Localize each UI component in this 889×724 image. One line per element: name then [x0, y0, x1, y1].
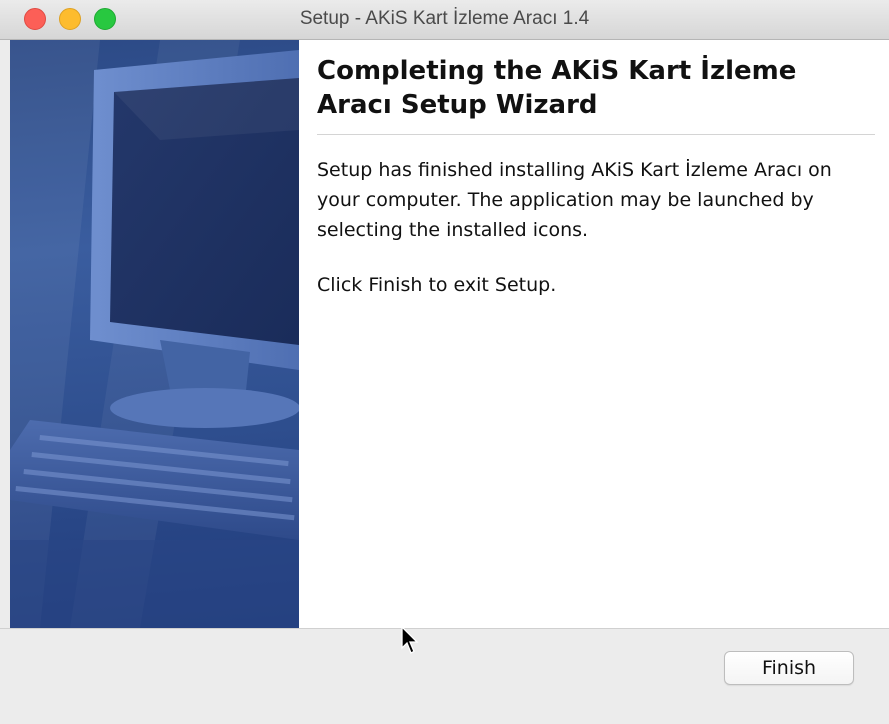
wizard-side-image [10, 40, 299, 628]
arrow-cursor-icon [401, 625, 419, 660]
wizard-heading: Completing the AKiS Kart İzleme Aracı Se… [317, 56, 797, 120]
button-bar: Finish [0, 628, 889, 724]
exit-instruction: Click Finish to exit Setup. [317, 274, 557, 296]
wizard-content: Completing the AKiS Kart İzleme Aracı Se… [10, 40, 889, 628]
title-bar[interactable]: Setup - AKiS Kart İzleme Aracı 1.4 [0, 0, 889, 40]
finish-button[interactable]: Finish [724, 651, 854, 685]
wizard-text-area: Completing the AKiS Kart İzleme Aracı Se… [317, 40, 877, 300]
finish-message: Setup has finished installing AKiS Kart … [317, 159, 832, 241]
computer-illustration [10, 40, 299, 628]
heading-divider [317, 134, 875, 135]
window-title: Setup - AKiS Kart İzleme Aracı 1.4 [299, 8, 590, 29]
setup-window: Setup - AKiS Kart İzleme Aracı 1.4 Compl… [0, 0, 889, 724]
